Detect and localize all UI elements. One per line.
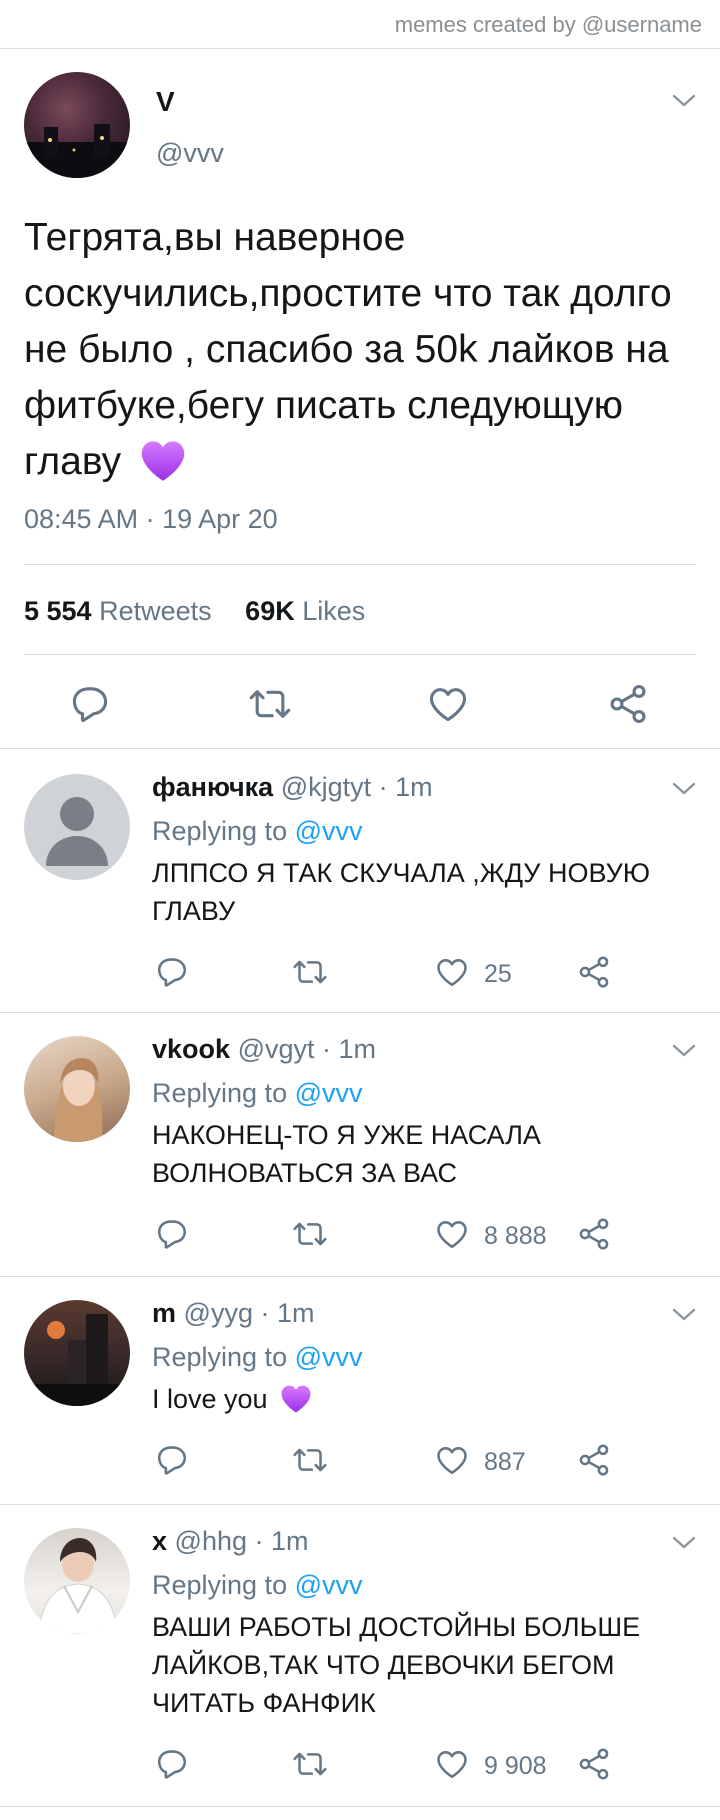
replying-to: Replying to @vvv — [152, 816, 363, 847]
reply-mention-link[interactable]: @vvv — [295, 1342, 363, 1372]
avatar[interactable] — [24, 774, 130, 880]
reply-author-name[interactable]: vkook — [152, 1034, 230, 1064]
retweet-icon[interactable] — [248, 682, 292, 726]
divider — [24, 564, 696, 565]
reply-text-body: I love you — [152, 1384, 268, 1414]
replying-prefix: Replying to — [152, 1078, 288, 1108]
avatar[interactable] — [24, 1036, 130, 1142]
purple-heart-icon — [279, 1382, 313, 1416]
share-icon[interactable] — [576, 1216, 612, 1252]
likes-label[interactable]: Likes — [302, 596, 365, 626]
chevron-down-icon[interactable] — [670, 780, 698, 798]
reply-handle-time[interactable]: @hhg · 1m — [175, 1526, 309, 1556]
reply-text: ЛППСО Я ТАК СКУЧАЛА ,ЖДУ НОВУЮ ГЛАВУ — [152, 858, 650, 926]
tweet-text-body: Тегрята,вы наверное соскучились,простите… — [24, 216, 672, 483]
reply-text: I love you — [152, 1380, 692, 1418]
purple-heart-icon — [138, 436, 188, 486]
default-avatar-icon — [46, 797, 108, 866]
reply-handle-time[interactable]: @kjgtyt · 1m — [281, 772, 433, 802]
reply-header: m @yyg · 1m — [152, 1298, 314, 1329]
reply-handle-time[interactable]: @vgyt · 1m — [238, 1034, 376, 1064]
avatar-image — [24, 124, 130, 178]
divider — [0, 1276, 720, 1277]
avatar[interactable] — [24, 1300, 130, 1406]
retweets-count[interactable]: 5 554 — [24, 596, 92, 626]
reply-text: НАКОНЕЦ-ТО Я УЖЕ НАСАЛА ВОЛНОВАТЬСЯ ЗА В… — [152, 1120, 541, 1188]
divider — [0, 1504, 720, 1505]
avatar-image — [24, 1314, 130, 1406]
reply-author-name[interactable]: x — [152, 1526, 167, 1556]
tweet-text: Тегрята,вы наверное соскучились,простите… — [24, 210, 700, 490]
divider — [0, 1806, 720, 1807]
like-count: 8 888 — [484, 1222, 547, 1250]
reply-icon[interactable] — [154, 1216, 190, 1252]
replying-prefix: Replying to — [152, 1570, 288, 1600]
divider — [0, 48, 720, 49]
divider — [0, 748, 720, 749]
divider — [0, 1012, 720, 1013]
share-icon[interactable] — [576, 1442, 612, 1478]
replying-to: Replying to @vvv — [152, 1570, 363, 1601]
share-icon[interactable] — [606, 682, 650, 726]
reply-icon[interactable] — [154, 1442, 190, 1478]
avatar[interactable] — [24, 72, 130, 178]
author-handle[interactable]: @vvv — [156, 138, 224, 169]
retweet-icon[interactable] — [292, 1746, 328, 1782]
chevron-down-icon[interactable] — [670, 1534, 698, 1552]
like-icon[interactable] — [434, 1442, 470, 1478]
like-count: 887 — [484, 1448, 526, 1476]
tweet-stats: 5 554 Retweets 69K Likes — [24, 596, 365, 627]
like-icon[interactable] — [434, 954, 470, 990]
divider — [24, 654, 696, 655]
retweet-icon[interactable] — [292, 954, 328, 990]
reply-mention-link[interactable]: @vvv — [295, 816, 363, 846]
reply-icon[interactable] — [154, 954, 190, 990]
avatar-image — [54, 1058, 103, 1142]
retweet-icon[interactable] — [292, 1216, 328, 1252]
like-icon[interactable] — [434, 1216, 470, 1252]
replying-prefix: Replying to — [152, 1342, 288, 1372]
reply-icon[interactable] — [154, 1746, 190, 1782]
tweet-timestamp: 08:45 AM · 19 Apr 20 — [24, 504, 278, 534]
reply-header: vkook @vgyt · 1m — [152, 1034, 376, 1065]
replying-to: Replying to @vvv — [152, 1078, 363, 1109]
retweet-icon[interactable] — [292, 1442, 328, 1478]
reply-author-name[interactable]: m — [152, 1298, 176, 1328]
reply-header: x @hhg · 1m — [152, 1526, 309, 1557]
reply-mention-link[interactable]: @vvv — [295, 1570, 363, 1600]
avatar-image — [37, 1538, 119, 1634]
share-icon[interactable] — [576, 954, 612, 990]
like-icon[interactable] — [434, 1746, 470, 1782]
like-icon[interactable] — [426, 682, 470, 726]
like-count: 25 — [484, 960, 512, 988]
chevron-down-icon[interactable] — [670, 1042, 698, 1060]
watermark: memes created by @username — [394, 12, 702, 37]
reply-header: фанючка @kjgtyt · 1m — [152, 772, 433, 803]
reply-mention-link[interactable]: @vvv — [295, 1078, 363, 1108]
reply-icon[interactable] — [68, 682, 112, 726]
reply-handle-time[interactable]: @yyg · 1m — [184, 1298, 315, 1328]
author-name[interactable]: V — [156, 86, 175, 118]
chevron-down-icon[interactable] — [670, 1306, 698, 1324]
chevron-down-icon[interactable] — [670, 92, 698, 110]
reply-text: ВАШИ РАБОТЫ ДОСТОЙНЫ БОЛЬШЕ ЛАЙКОВ,ТАК Ч… — [152, 1612, 641, 1718]
like-count: 9 908 — [484, 1752, 547, 1780]
replying-prefix: Replying to — [152, 816, 288, 846]
retweets-label[interactable]: Retweets — [99, 596, 212, 626]
avatar[interactable] — [24, 1528, 130, 1634]
replying-to: Replying to @vvv — [152, 1342, 363, 1373]
likes-count[interactable]: 69K — [245, 596, 295, 626]
share-icon[interactable] — [576, 1746, 612, 1782]
reply-author-name[interactable]: фанючка — [152, 772, 273, 802]
